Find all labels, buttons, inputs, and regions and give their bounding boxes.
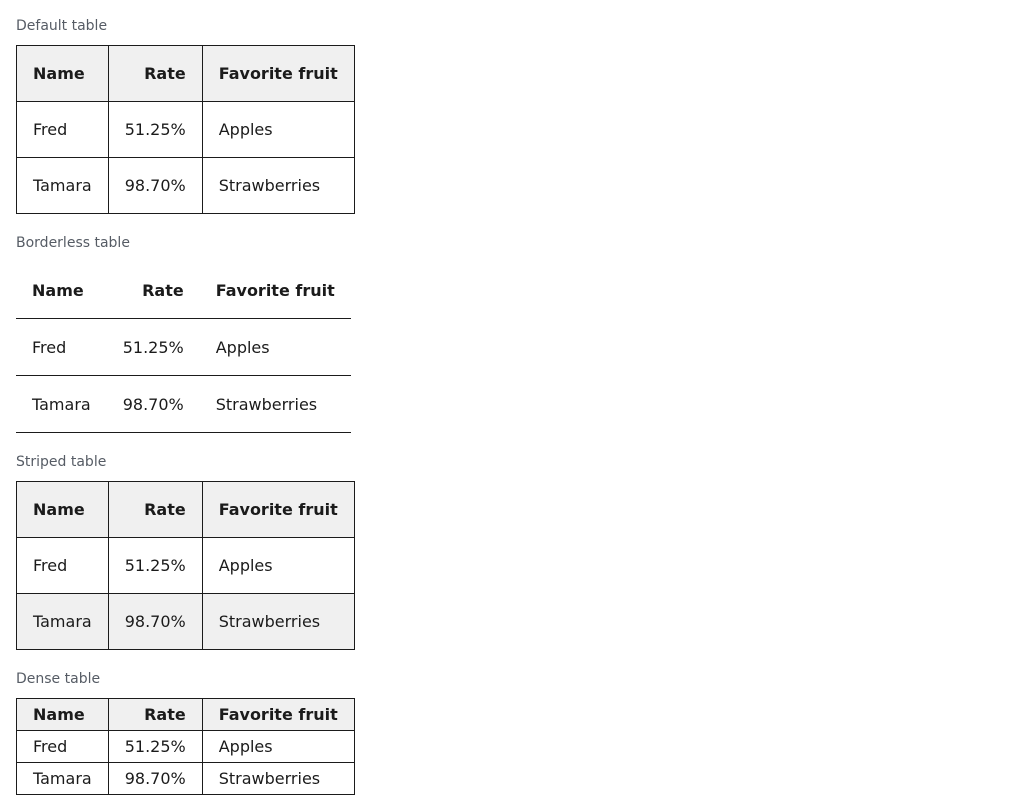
striped-table: Name Rate Favorite fruit Fred 51.25% App… [16,481,355,650]
column-header-rate: Rate [106,262,200,319]
cell-fruit: Strawberries [201,762,355,795]
column-header-name: Name [16,698,109,731]
table-row: Fred 51.25% Apples [16,101,355,158]
column-header-fruit: Favorite fruit [201,481,355,538]
table-row: Tamara 98.70% Strawberries [16,762,355,795]
default-table: Name Rate Favorite fruit Fred 51.25% App… [16,45,355,214]
cell-rate: 98.70% [107,593,203,650]
cell-fruit: Apples [201,101,355,158]
column-header-fruit: Favorite fruit [199,262,351,319]
cell-name: Tamara [16,375,107,433]
cell-fruit: Strawberries [199,375,351,433]
cell-name: Fred [16,537,109,594]
cell-name: Fred [16,730,109,763]
cell-rate: 98.70% [106,375,200,433]
table-row: Fred 51.25% Apples [16,730,355,763]
borderless-table-caption: Borderless table [16,235,130,251]
table-header-row: Name Rate Favorite fruit [16,262,351,319]
default-table-caption: Default table [16,18,108,34]
dense-table: Name Rate Favorite fruit Fred 51.25% App… [16,698,355,795]
column-header-rate: Rate [107,698,203,731]
table-header-row: Name Rate Favorite fruit [16,45,355,102]
column-header-rate: Rate [107,45,203,102]
column-header-rate: Rate [107,481,203,538]
cell-rate: 98.70% [107,157,203,214]
cell-rate: 51.25% [106,318,200,376]
cell-name: Tamara [16,762,109,795]
column-header-name: Name [16,262,107,319]
cell-name: Tamara [16,593,109,650]
table-row: Tamara 98.70% Strawberries [16,375,351,433]
cell-fruit: Apples [201,730,355,763]
column-header-fruit: Favorite fruit [201,45,355,102]
cell-fruit: Strawberries [201,593,355,650]
cell-name: Fred [16,318,107,376]
cell-rate: 98.70% [107,762,203,795]
striped-table-caption: Striped table [16,454,107,470]
column-header-fruit: Favorite fruit [201,698,355,731]
cell-rate: 51.25% [107,101,203,158]
column-header-name: Name [16,481,109,538]
table-row: Fred 51.25% Apples [16,318,351,376]
cell-fruit: Apples [199,318,351,376]
cell-name: Fred [16,101,109,158]
cell-fruit: Apples [201,537,355,594]
cell-name: Tamara [16,157,109,214]
cell-fruit: Strawberries [201,157,355,214]
table-row: Tamara 98.70% Strawberries [16,593,355,650]
cell-rate: 51.25% [107,730,203,763]
dense-table-caption: Dense table [16,671,101,687]
borderless-table: Name Rate Favorite fruit Fred 51.25% App… [16,262,351,433]
table-header-row: Name Rate Favorite fruit [16,698,355,731]
table-row: Tamara 98.70% Strawberries [16,157,355,214]
column-header-name: Name [16,45,109,102]
page: Default table Name Rate Favorite fruit F… [0,0,1024,795]
cell-rate: 51.25% [107,537,203,594]
table-row: Fred 51.25% Apples [16,537,355,594]
table-header-row: Name Rate Favorite fruit [16,481,355,538]
